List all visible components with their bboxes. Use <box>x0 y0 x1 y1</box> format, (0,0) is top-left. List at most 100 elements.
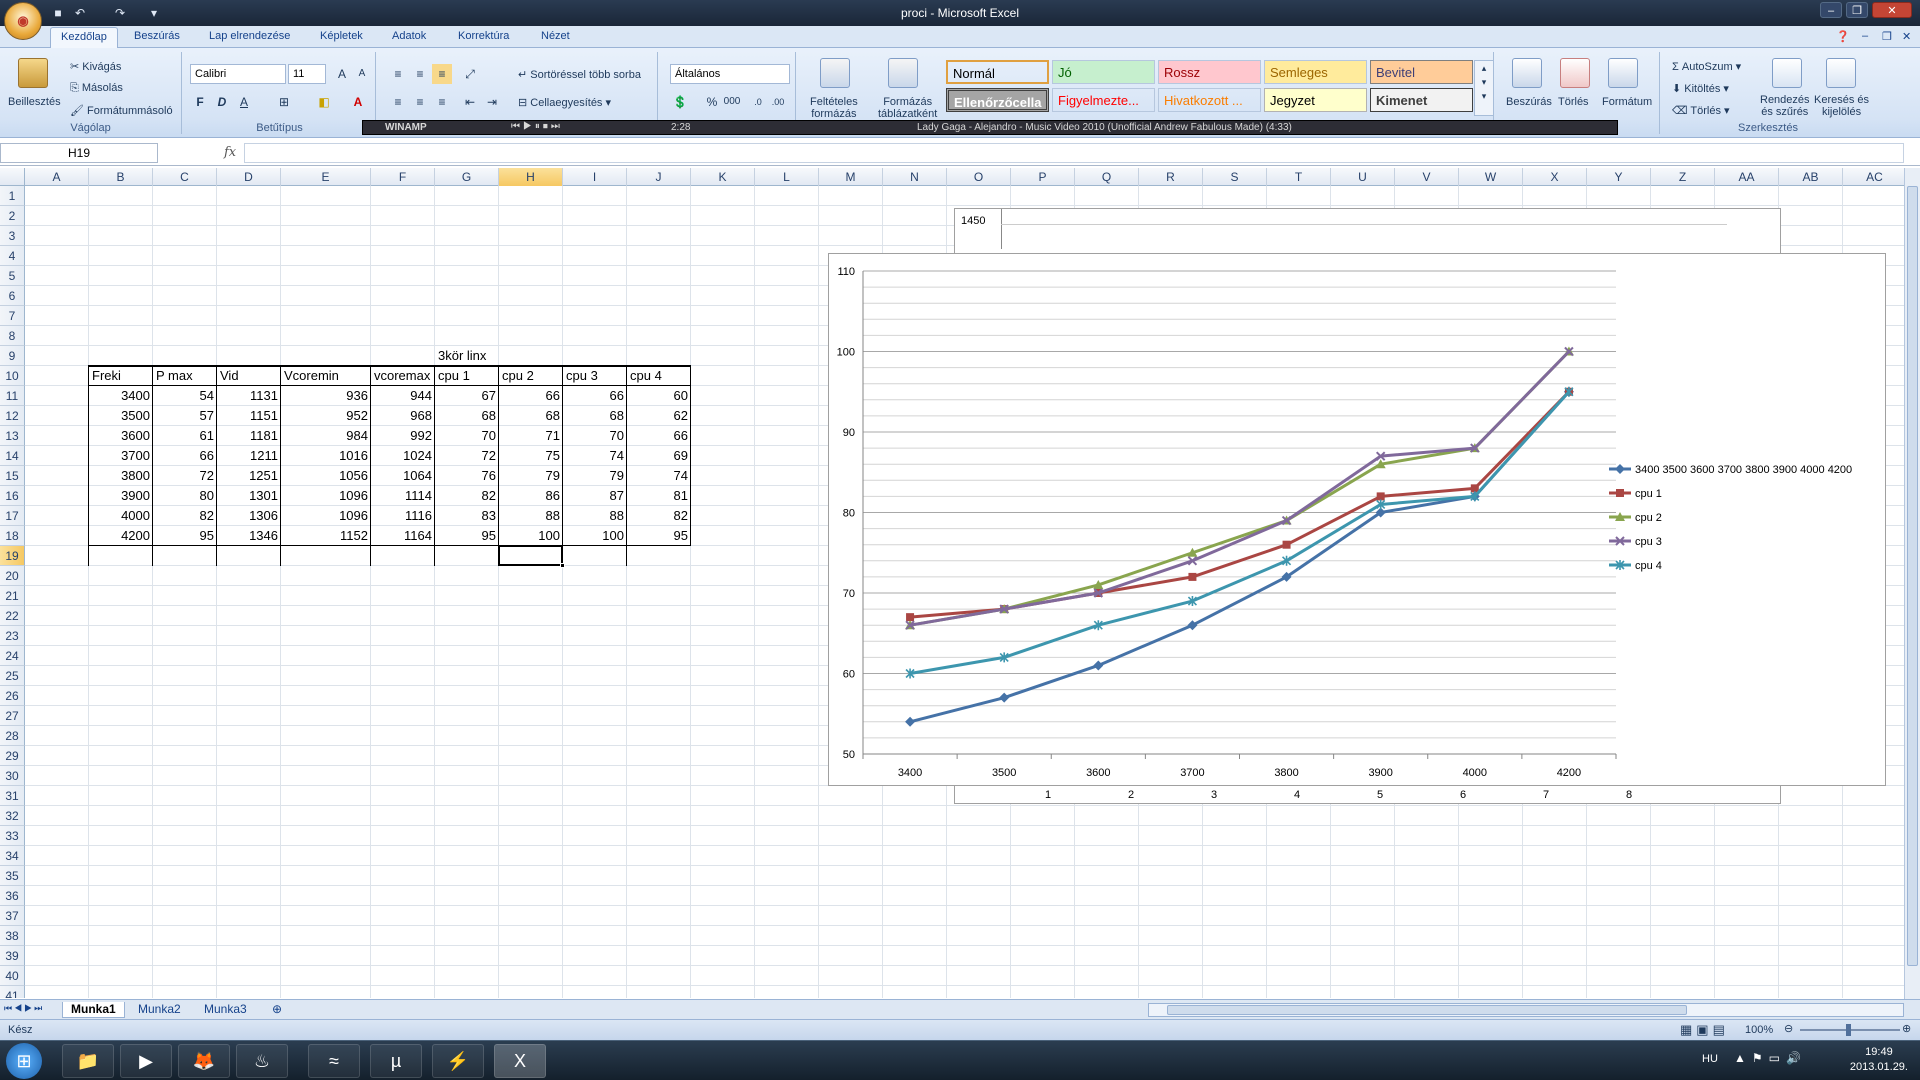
orientation-icon[interactable]: ⤢ <box>460 64 480 84</box>
row-header-5[interactable]: 5 <box>0 266 25 286</box>
bold-button[interactable]: F <box>190 92 210 112</box>
table-cell[interactable]: 936 <box>281 386 371 406</box>
format-as-table-icon[interactable] <box>888 58 918 88</box>
table-cell[interactable]: 4000 <box>89 506 153 526</box>
cut-button[interactable]: ✂ Kivágás <box>70 60 121 73</box>
table-cell[interactable]: 1114 <box>371 486 435 506</box>
table-cell[interactable]: 1181 <box>217 426 281 446</box>
table-cell[interactable]: 3900 <box>89 486 153 506</box>
table-header-cell[interactable]: Freki <box>89 366 153 386</box>
column-header-b[interactable]: B <box>89 168 153 186</box>
table-cell[interactable]: 1096 <box>281 486 371 506</box>
vertical-scrollbar[interactable] <box>1904 168 1920 999</box>
language-indicator[interactable]: HU <box>1702 1053 1718 1065</box>
table-cell[interactable]: 1346 <box>217 526 281 546</box>
grow-font-button[interactable]: A <box>332 64 352 84</box>
table-cell[interactable]: 944 <box>371 386 435 406</box>
column-header-a[interactable]: A <box>25 168 89 186</box>
ribbon-restore-icon[interactable]: ❐ <box>1882 30 1892 43</box>
table-cell[interactable]: 3600 <box>89 426 153 446</box>
style-bad[interactable]: Rossz <box>1158 60 1261 84</box>
table-cell[interactable]: 100 <box>499 526 563 546</box>
row-header-36[interactable]: 36 <box>0 886 25 906</box>
minimize-button[interactable]: – <box>1820 2 1842 18</box>
font-size-select[interactable]: 11 <box>288 64 326 84</box>
table-cell[interactable]: 54 <box>153 386 217 406</box>
conditional-format-button[interactable]: Feltételes formázás <box>810 96 858 120</box>
column-header-i[interactable]: I <box>563 168 627 186</box>
delete-cells-button[interactable]: Törlés <box>1558 96 1589 108</box>
sort-filter-button[interactable]: Rendezés és szűrés <box>1760 94 1810 118</box>
table-cell[interactable]: 67 <box>435 386 499 406</box>
style-note[interactable]: Jegyzet <box>1264 88 1367 112</box>
row-header-32[interactable]: 32 <box>0 806 25 826</box>
align-top-icon[interactable]: ≡ <box>388 64 408 84</box>
table-cell[interactable]: 68 <box>435 406 499 426</box>
row-header-26[interactable]: 26 <box>0 686 25 706</box>
table-cell[interactable]: 68 <box>499 406 563 426</box>
row-header-18[interactable]: 18 <box>0 526 25 546</box>
style-linked[interactable]: Hivatkozott ... <box>1158 88 1261 112</box>
table-cell[interactable]: 69 <box>627 446 691 466</box>
restore-button[interactable]: ❐ <box>1846 2 1868 18</box>
align-center-icon[interactable]: ≡ <box>410 92 430 112</box>
close-button[interactable]: ✕ <box>1872 2 1912 18</box>
table-cell[interactable]: 95 <box>435 526 499 546</box>
table-cell[interactable]: 952 <box>281 406 371 426</box>
copy-button[interactable]: ⎘ Másolás <box>70 82 123 95</box>
row-header-27[interactable]: 27 <box>0 706 25 726</box>
column-header-k[interactable]: K <box>691 168 755 186</box>
table-cell[interactable]: 72 <box>153 466 217 486</box>
table-header-cell[interactable]: Vcoremin <box>281 366 371 386</box>
row-header-16[interactable]: 16 <box>0 486 25 506</box>
column-header-q[interactable]: Q <box>1075 168 1139 186</box>
format-painter-button[interactable]: 🖌 Formátummásoló <box>70 104 173 117</box>
percent-button[interactable]: % <box>702 92 722 112</box>
italic-button[interactable]: D <box>212 92 232 112</box>
table-cell[interactable]: 76 <box>435 466 499 486</box>
row-header-22[interactable]: 22 <box>0 606 25 626</box>
table-cell[interactable]: 71 <box>499 426 563 446</box>
column-header-h[interactable]: H <box>499 168 563 186</box>
winamp-taskbar-icon[interactable]: ⚡ <box>432 1044 484 1078</box>
table-cell[interactable]: 62 <box>627 406 691 426</box>
conditional-format-icon[interactable] <box>820 58 850 88</box>
column-header-g[interactable]: G <box>435 168 499 186</box>
column-header-ac[interactable]: AC <box>1843 168 1904 186</box>
table-cell[interactable]: 82 <box>435 486 499 506</box>
column-header-v[interactable]: V <box>1395 168 1459 186</box>
font-color-icon[interactable]: A <box>348 92 368 112</box>
column-header-n[interactable]: N <box>883 168 947 186</box>
find-select-icon[interactable] <box>1826 58 1856 88</box>
horizontal-scrollbar[interactable] <box>1148 1003 1904 1017</box>
table-cell[interactable]: 1211 <box>217 446 281 466</box>
row-header-35[interactable]: 35 <box>0 866 25 886</box>
table-cell[interactable]: 95 <box>627 526 691 546</box>
row-header-39[interactable]: 39 <box>0 946 25 966</box>
help-icon[interactable]: ❓ <box>1836 30 1850 43</box>
format-cells-button[interactable]: Formátum <box>1602 96 1652 108</box>
style-check-cell[interactable]: Ellenőrzőcella <box>946 88 1049 112</box>
table-header-cell[interactable]: vcoremax <box>371 366 435 386</box>
column-header-aa[interactable]: AA <box>1715 168 1779 186</box>
table-cell[interactable]: 3800 <box>89 466 153 486</box>
table-cell[interactable]: 1116 <box>371 506 435 526</box>
table-header-cell[interactable]: cpu 2 <box>499 366 563 386</box>
table-cell[interactable]: 57 <box>153 406 217 426</box>
cpu-temperature-chart[interactable]: 50 60 70 80 90 100 110 3400 3500 3600 3700 3800 3900… <box>828 253 1886 786</box>
tab-page-layout[interactable]: Lap elrendezése <box>209 30 290 42</box>
row-header-33[interactable]: 33 <box>0 826 25 846</box>
table-cell[interactable]: 72 <box>435 446 499 466</box>
currency-icon[interactable]: 💲 <box>670 92 690 112</box>
table-header-cell[interactable]: Vid <box>217 366 281 386</box>
table-cell[interactable]: 79 <box>499 466 563 486</box>
ribbon-minimize-icon[interactable]: – <box>1862 30 1868 42</box>
column-header-c[interactable]: C <box>153 168 217 186</box>
table-cell[interactable]: 3500 <box>89 406 153 426</box>
column-header-d[interactable]: D <box>217 168 281 186</box>
view-buttons-icon[interactable]: ▦▣▤ <box>1680 1022 1729 1038</box>
shrink-font-button[interactable]: A <box>352 64 372 84</box>
row-header-30[interactable]: 30 <box>0 766 25 786</box>
paste-icon[interactable] <box>18 58 48 88</box>
table-cell[interactable]: 88 <box>563 506 627 526</box>
